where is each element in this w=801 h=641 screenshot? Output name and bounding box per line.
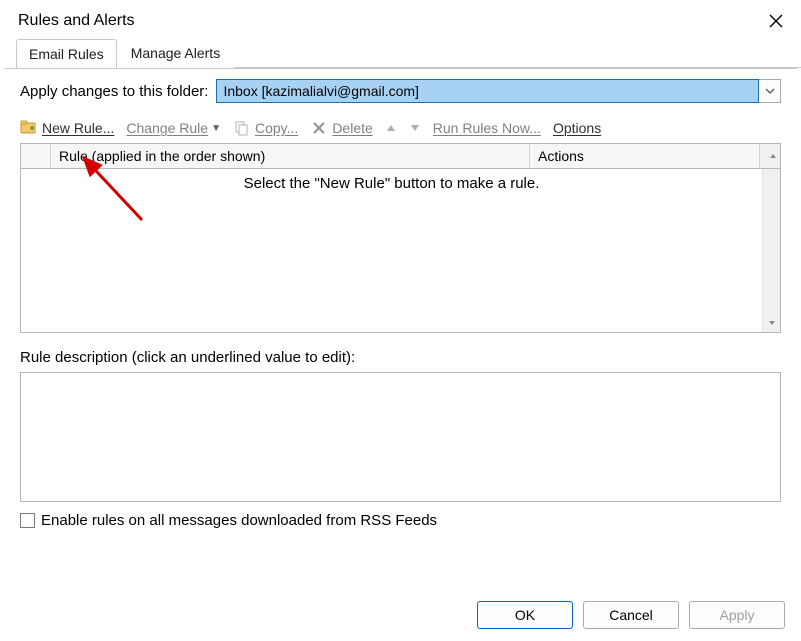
rules-table-body-inner: Select the "New Rule" button to make a r…	[21, 169, 762, 332]
move-down-button[interactable]	[409, 123, 421, 133]
scroll-up-arrow-icon	[768, 151, 778, 161]
tab-email-rules[interactable]: Email Rules	[16, 39, 117, 69]
run-rules-now-button[interactable]: Run Rules Now...	[433, 120, 541, 136]
folder-select[interactable]: Inbox [kazimalialvi@gmail.com]	[216, 79, 781, 103]
cancel-button[interactable]: Cancel	[583, 601, 679, 629]
scrollbar-spacer-top	[763, 169, 780, 187]
header-icon-col[interactable]	[21, 144, 51, 168]
rss-checkbox[interactable]	[20, 513, 35, 528]
change-rule-label: Change Rule	[126, 120, 208, 136]
rss-checkbox-row: Enable rules on all messages downloaded …	[20, 502, 781, 529]
title-bar: Rules and Alerts	[0, 0, 801, 38]
rules-table-body: Select the "New Rule" button to make a r…	[21, 169, 780, 332]
arrow-down-icon	[409, 123, 421, 133]
move-up-button[interactable]	[385, 123, 397, 133]
email-rules-panel: Apply changes to this folder: Inbox [kaz…	[4, 68, 797, 595]
rss-checkbox-label: Enable rules on all messages downloaded …	[41, 512, 437, 529]
header-rule-col[interactable]: Rule (applied in the order shown)	[51, 144, 530, 168]
scroll-down-arrow[interactable]	[763, 314, 780, 332]
copy-label: Copy...	[255, 120, 298, 136]
tab-manage-alerts[interactable]: Manage Alerts	[119, 39, 233, 69]
header-scroll-col	[760, 144, 780, 168]
rules-empty-message: Select the "New Rule" button to make a r…	[21, 175, 762, 192]
rules-table: Rule (applied in the order shown) Action…	[20, 143, 781, 333]
new-rule-label: New Rule...	[42, 120, 114, 136]
new-rule-icon	[20, 119, 38, 137]
change-rule-button[interactable]: Change Rule ▼	[126, 120, 221, 136]
copy-icon	[233, 119, 251, 137]
folder-label: Apply changes to this folder:	[20, 83, 208, 100]
folder-dropdown-button[interactable]	[759, 79, 781, 103]
options-button[interactable]: Options	[553, 120, 601, 136]
rules-and-alerts-dialog: Rules and Alerts Email Rules Manage Aler…	[0, 0, 801, 641]
arrow-up-icon	[385, 123, 397, 133]
window-title: Rules and Alerts	[18, 12, 135, 30]
dialog-footer: OK Cancel Apply	[0, 595, 801, 641]
chevron-down-icon: ▼	[211, 123, 221, 134]
scroll-down-arrow-icon	[767, 318, 777, 328]
options-label: Options	[553, 120, 601, 136]
copy-button[interactable]: Copy...	[233, 119, 298, 137]
rules-toolbar: New Rule... Change Rule ▼ Copy...	[20, 115, 781, 143]
delete-label: Delete	[332, 120, 372, 136]
apply-button[interactable]: Apply	[689, 601, 785, 629]
rules-table-header: Rule (applied in the order shown) Action…	[21, 144, 780, 169]
new-rule-button[interactable]: New Rule...	[20, 119, 114, 137]
header-actions-col[interactable]: Actions	[530, 144, 760, 168]
ok-button[interactable]: OK	[477, 601, 573, 629]
rule-description-box[interactable]	[20, 372, 781, 502]
delete-icon	[310, 119, 328, 137]
close-icon[interactable]	[765, 10, 787, 32]
folder-row: Apply changes to this folder: Inbox [kaz…	[20, 79, 781, 103]
tabs: Email Rules Manage Alerts	[0, 38, 801, 68]
run-rules-now-label: Run Rules Now...	[433, 120, 541, 136]
delete-button[interactable]: Delete	[310, 119, 372, 137]
vertical-scrollbar[interactable]	[762, 169, 780, 332]
rule-description-label: Rule description (click an underlined va…	[20, 349, 781, 366]
folder-select-value[interactable]: Inbox [kazimalialvi@gmail.com]	[216, 79, 759, 103]
